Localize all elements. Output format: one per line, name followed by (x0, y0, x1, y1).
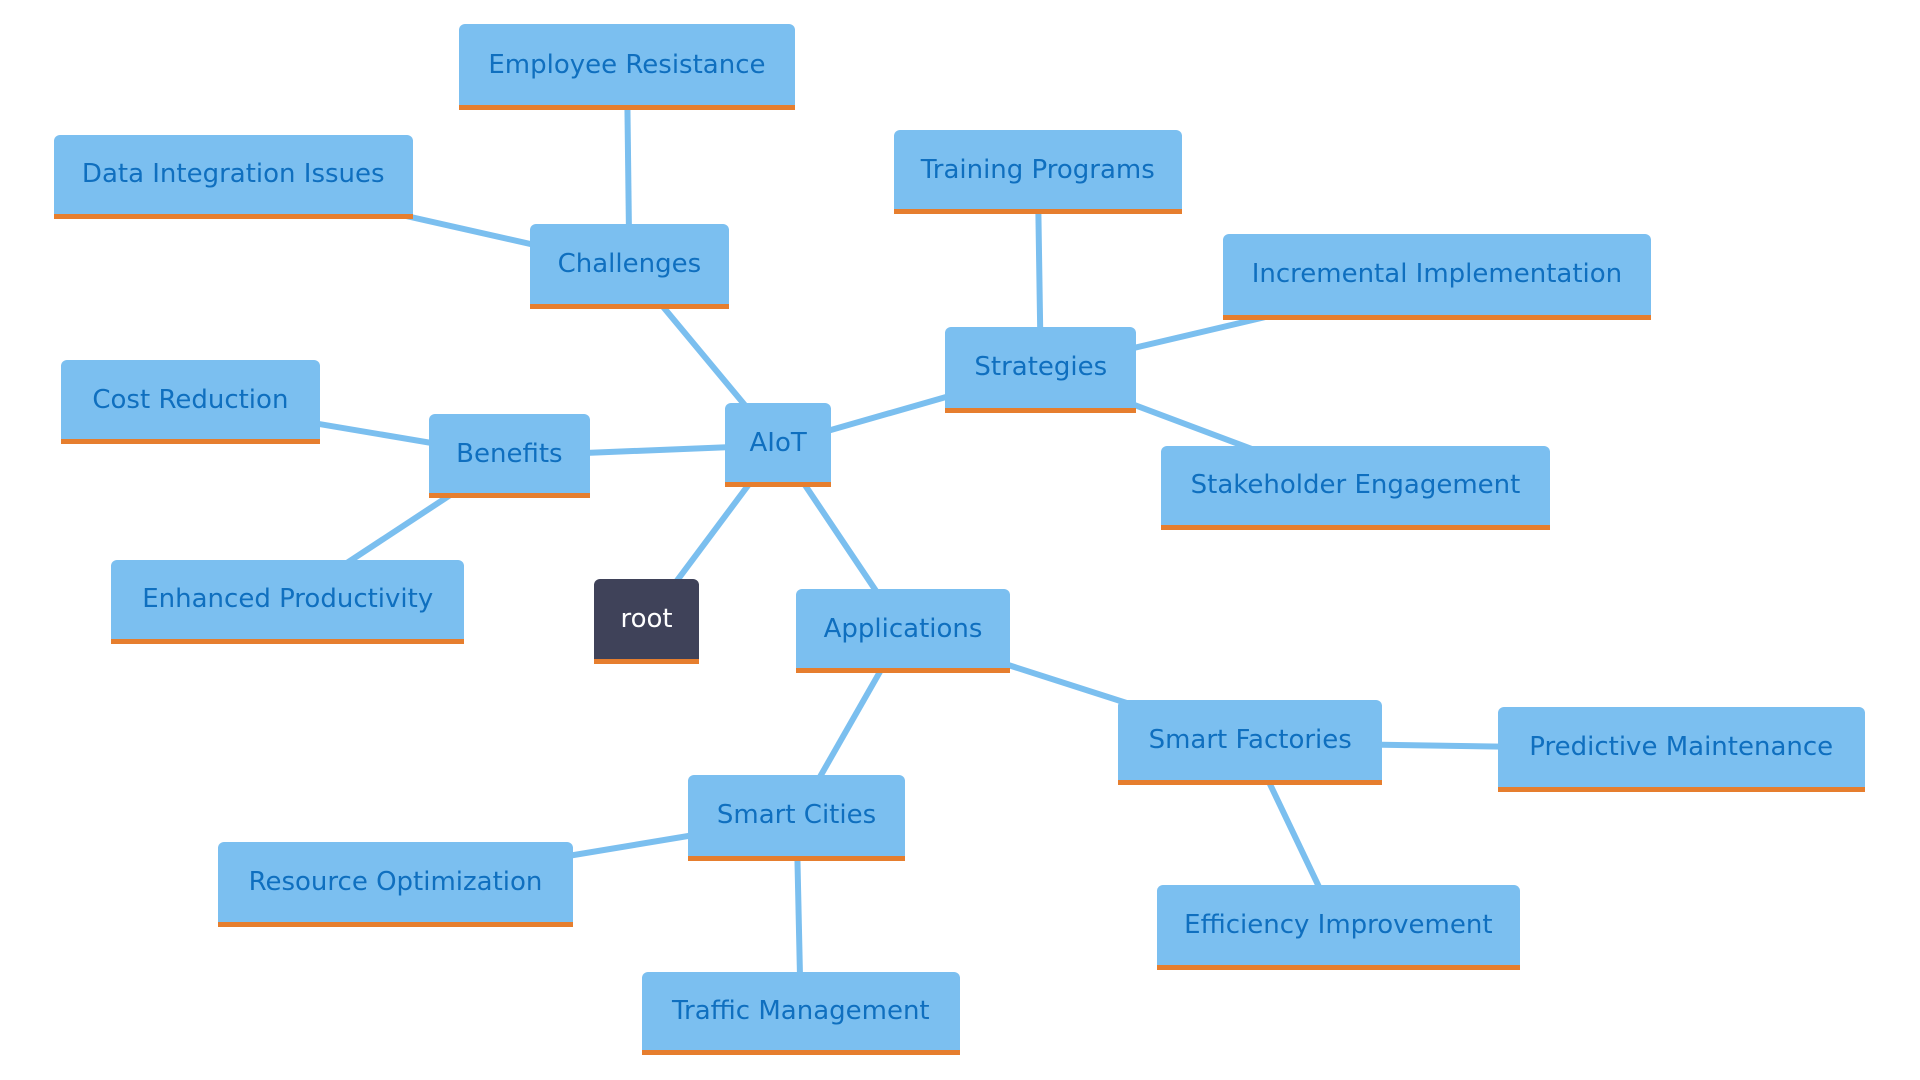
node-label: Efficiency Improvement (1184, 910, 1493, 941)
node-cost-reduction[interactable]: Cost Reduction (61, 360, 320, 445)
mindmap-canvas: AIoT root Challenges Employee Resistance Dat… (0, 0, 1920, 1080)
node-applications[interactable]: Applications (795, 588, 1011, 674)
node-label: Predictive Maintenance (1529, 731, 1834, 762)
node-strategies[interactable]: Strategies (945, 326, 1137, 413)
node-label: Traffic Management (671, 996, 930, 1027)
node-label: root (620, 603, 673, 634)
node-label: Benefits (456, 438, 563, 469)
node-label: AIoT (749, 427, 807, 458)
node-label: Smart Factories (1148, 725, 1352, 756)
node-label: Strategies (974, 352, 1108, 383)
node-efficiency-improvement[interactable]: Efficiency Improvement (1157, 885, 1520, 970)
node-training-programs[interactable]: Training Programs (893, 129, 1182, 215)
node-traffic-management[interactable]: Traffic Management (641, 972, 960, 1056)
node-label: Employee Resistance (488, 49, 766, 80)
node-data-integration-issues[interactable]: Data Integration Issues (53, 134, 413, 220)
node-label: Stakeholder Engagement (1190, 470, 1521, 501)
node-smart-factories[interactable]: Smart Factories (1117, 700, 1383, 785)
node-label: Training Programs (920, 154, 1155, 185)
node-stakeholder-engagement[interactable]: Stakeholder Engagement (1160, 445, 1551, 531)
node-challenges[interactable]: Challenges (530, 224, 729, 309)
node-label: Applications (823, 613, 983, 644)
node-aiot[interactable]: AIoT (724, 402, 832, 488)
node-predictive-maintenance[interactable]: Predictive Maintenance (1497, 706, 1865, 793)
node-label: Cost Reduction (92, 384, 289, 415)
node-label: Resource Optimization (248, 867, 543, 898)
node-label: Smart Cities (716, 800, 877, 831)
node-label: Incremental Implementation (1251, 259, 1623, 290)
node-root[interactable]: root (593, 579, 700, 664)
node-label: Challenges (557, 248, 702, 279)
node-employee-resistance[interactable]: Employee Resistance (459, 24, 795, 111)
node-resource-optimization[interactable]: Resource Optimization (217, 842, 574, 927)
node-label: Data Integration Issues (81, 159, 385, 190)
node-label: Enhanced Productivity (142, 584, 434, 615)
node-enhanced-productivity[interactable]: Enhanced Productivity (111, 559, 465, 645)
node-smart-cities[interactable]: Smart Cities (688, 775, 905, 861)
node-incremental-implementation[interactable]: Incremental Implementation (1223, 233, 1651, 320)
node-benefits[interactable]: Benefits (428, 413, 591, 499)
